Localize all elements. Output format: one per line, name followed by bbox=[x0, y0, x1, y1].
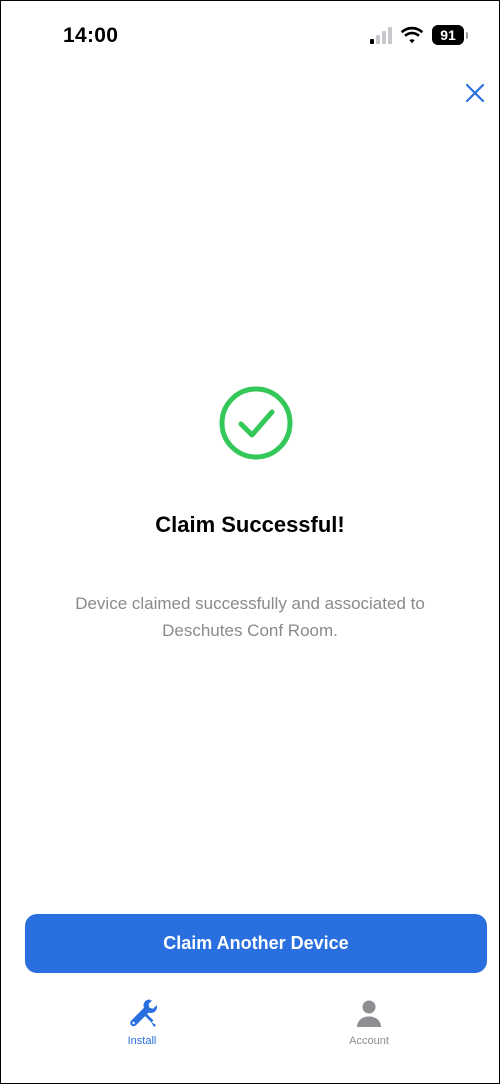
close-icon bbox=[465, 83, 485, 103]
tab-install-label: Install bbox=[127, 1035, 157, 1047]
status-icons: 91 bbox=[370, 25, 468, 45]
status-time: 14:00 bbox=[63, 24, 119, 47]
battery-cap bbox=[466, 31, 468, 39]
battery-icon: 91 bbox=[432, 25, 468, 45]
tab-install[interactable]: Install bbox=[82, 996, 202, 1052]
status-bar: 14:00 91 bbox=[0, 0, 500, 72]
success-message: Device claimed successfully and associat… bbox=[75, 594, 425, 640]
tab-account-label: Account bbox=[349, 1035, 389, 1047]
checkmark-circle-icon bbox=[219, 386, 293, 460]
tab-bar: Install Account bbox=[0, 996, 500, 1056]
person-icon bbox=[352, 996, 386, 1030]
claim-another-device-button[interactable]: Claim Another Device bbox=[25, 914, 487, 973]
cellular-signal-icon bbox=[370, 26, 392, 44]
battery-level: 91 bbox=[432, 25, 464, 45]
tab-account[interactable]: Account bbox=[309, 996, 429, 1052]
wifi-icon bbox=[400, 26, 424, 44]
close-button[interactable] bbox=[460, 78, 490, 108]
wrench-screwdriver-icon bbox=[125, 996, 159, 1030]
success-title: Claim Successful! bbox=[155, 512, 345, 537]
